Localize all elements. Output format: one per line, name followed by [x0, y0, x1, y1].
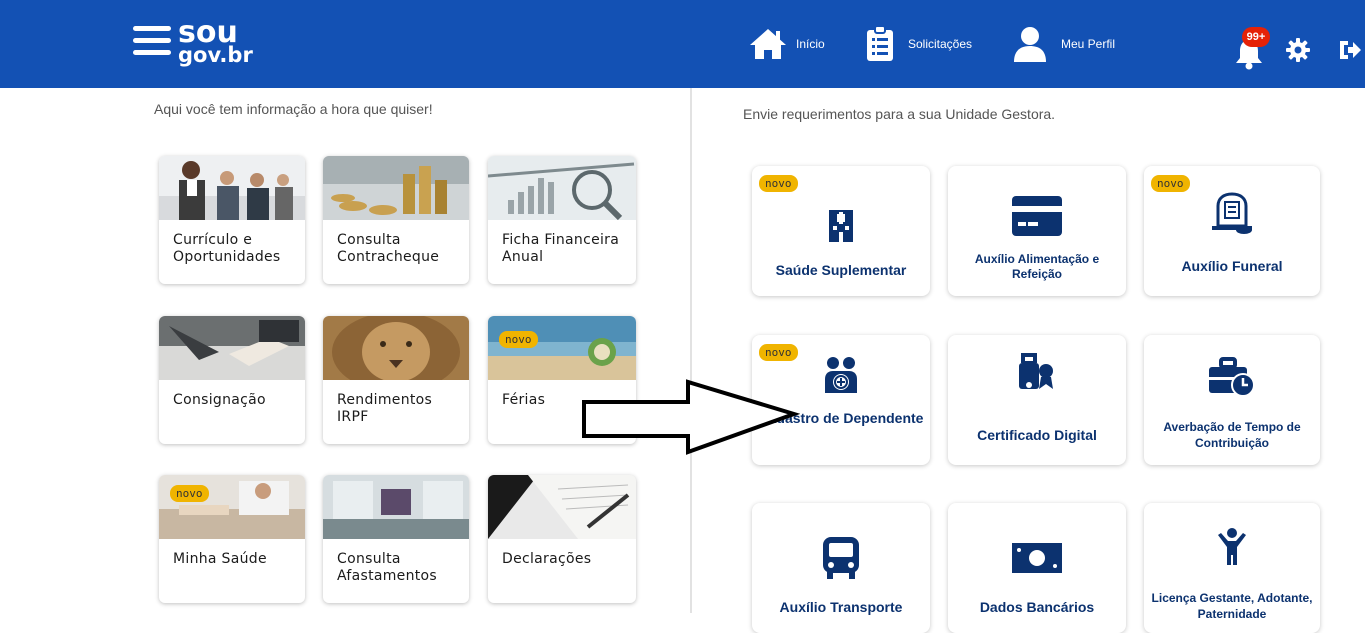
card-rendimentos-irpf[interactable]: Rendimentos IRPF — [323, 316, 469, 444]
logout-button[interactable] — [1338, 38, 1362, 67]
nav-meu-perfil-label: Meu Perfil — [1061, 37, 1116, 51]
card-title: Ficha Financeira Anual — [502, 232, 620, 265]
office-room-image — [323, 475, 469, 539]
novo-badge: novo — [1151, 175, 1190, 192]
nav-inicio-label: Início — [796, 37, 825, 51]
card-title: Rendimentos IRPF — [337, 392, 433, 425]
service-title: Auxílio Alimentação e Refeição — [974, 252, 1100, 281]
home-icon — [750, 29, 786, 59]
notification-badge: 99+ — [1242, 27, 1270, 47]
card-consignacao[interactable]: Consignação — [159, 316, 305, 444]
tombstone-icon — [1212, 192, 1252, 234]
card-title: Consulta Afastamentos — [337, 551, 438, 584]
card-title: Declarações — [502, 551, 592, 567]
certificate-token-icon — [1019, 353, 1053, 389]
clipboard-list-icon — [867, 26, 893, 61]
card-title: Consulta Contracheque — [337, 232, 440, 265]
nav-solicitacoes[interactable]: Solicitações — [866, 26, 972, 62]
service-saude-suplementar[interactable]: novo Saúde Suplementar — [752, 166, 930, 296]
service-title: Certificado Digital — [977, 427, 1097, 443]
service-dados-bancarios[interactable]: Dados Bancários — [948, 503, 1126, 633]
card-title: Minha Saúde — [173, 551, 267, 567]
service-title: Auxílio Funeral — [1181, 258, 1283, 274]
bus-icon — [823, 537, 859, 579]
business-people-image — [159, 156, 305, 220]
card-contracheque[interactable]: Consulta Contracheque — [323, 156, 469, 284]
service-averbacao-tempo[interactable]: Averbação de Tempo de Contribuição — [1144, 335, 1320, 465]
nav-meu-perfil[interactable]: Meu Perfil — [1013, 26, 1115, 62]
lion-image — [323, 316, 469, 380]
service-licenca[interactable]: Licença Gestante, Adotante, Paternidade — [1144, 503, 1320, 633]
logo-line2: gov.br — [178, 43, 253, 67]
hamburger-menu-icon[interactable] — [133, 26, 171, 56]
novo-badge: novo — [499, 331, 538, 348]
money-bill-icon — [1012, 543, 1062, 573]
service-auxilio-alimentacao[interactable]: Auxílio Alimentação e Refeição — [948, 166, 1126, 296]
pane-divider — [690, 88, 692, 613]
service-title: Averbação de Tempo de Contribuição — [1163, 420, 1301, 450]
signing-document-image — [488, 475, 636, 539]
service-certificado-digital[interactable]: Certificado Digital — [948, 335, 1126, 465]
nav-solicitacoes-label: Solicitações — [908, 37, 973, 51]
novo-badge: novo — [759, 175, 798, 192]
card-title: Consignação — [173, 392, 266, 408]
nav-inicio[interactable]: Início — [748, 26, 825, 62]
header-bar: sou gov.br Início Solicitações Meu Perfi… — [0, 0, 1365, 88]
novo-badge: novo — [170, 485, 209, 502]
sou-govbr-logo[interactable]: sou gov.br — [178, 18, 253, 66]
card-title: Currículo e Oportunidades — [173, 232, 281, 265]
card-minha-saude[interactable]: novo Minha Saúde — [159, 475, 305, 603]
gear-icon — [1286, 38, 1310, 62]
novo-badge: novo — [759, 344, 798, 361]
card-consulta-afastamentos[interactable]: Consulta Afastamentos — [323, 475, 469, 603]
settings-button[interactable] — [1286, 38, 1310, 67]
beach-coconut-image — [488, 316, 636, 380]
coins-calculator-image — [323, 156, 469, 220]
right-intro-text: Envie requerimentos para a sua Unidade G… — [743, 106, 1056, 122]
handshake-desk-image — [159, 316, 305, 380]
service-auxilio-transporte[interactable]: Auxílio Transporte — [752, 503, 930, 633]
card-ficha-financeira[interactable]: Ficha Financeira Anual — [488, 156, 636, 284]
service-title: Saúde Suplementar — [775, 262, 907, 278]
sign-out-icon — [1340, 41, 1361, 59]
card-declaracoes[interactable]: Declarações — [488, 475, 636, 603]
annotation-arrow — [582, 379, 800, 455]
credit-card-icon — [1012, 196, 1062, 236]
family-add-icon — [825, 357, 857, 393]
left-intro-text: Aqui você tem informação a hora que quis… — [154, 101, 433, 117]
service-title: Licença Gestante, Adotante, Paternidade — [1151, 591, 1313, 621]
briefcase-clock-icon — [1209, 357, 1255, 397]
card-curriculo[interactable]: Currículo e Oportunidades — [159, 156, 305, 284]
child-icon — [1218, 528, 1246, 565]
hospital-icon — [829, 210, 853, 242]
user-icon — [1014, 27, 1046, 62]
service-auxilio-funeral[interactable]: novo Auxílio Funeral — [1144, 166, 1320, 296]
financial-chart-image — [488, 156, 636, 220]
